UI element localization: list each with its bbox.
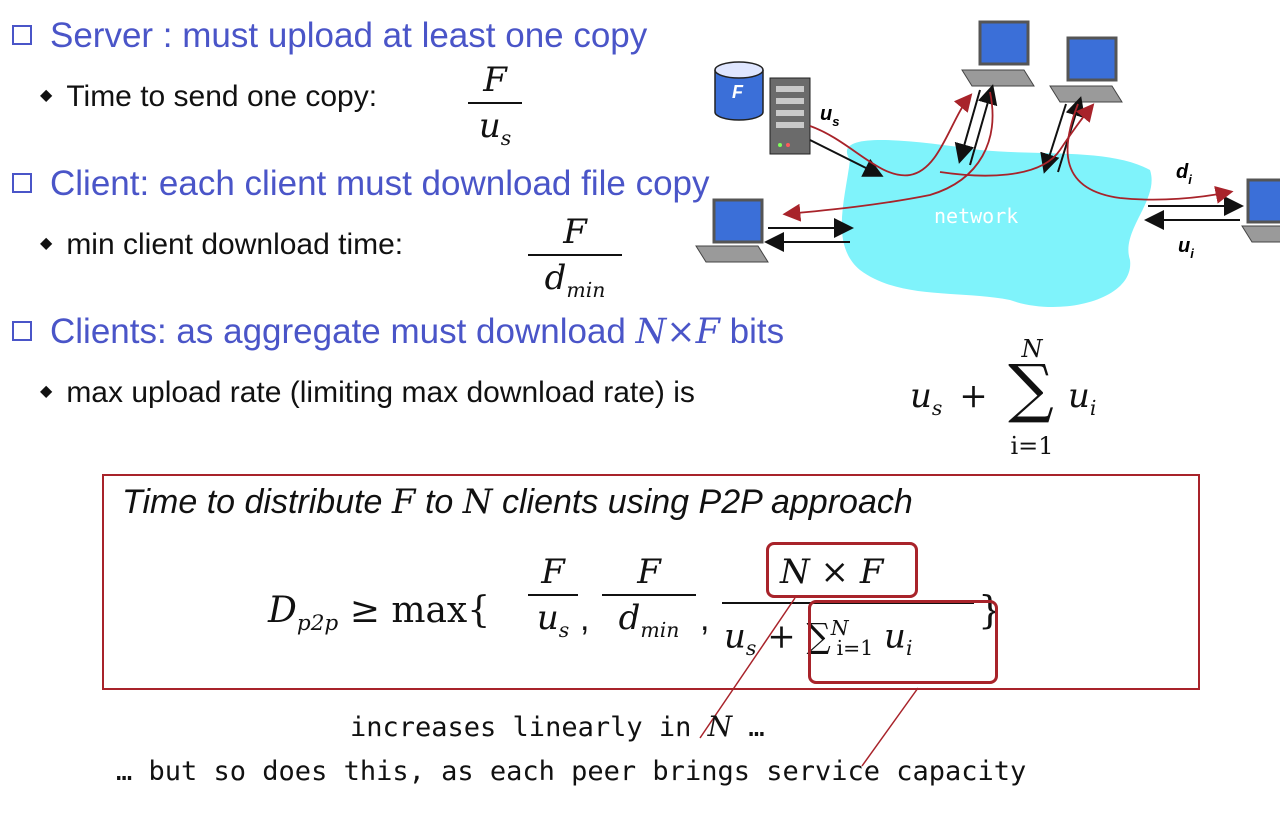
note-line-2: … but so does this, as each peer brings …: [116, 756, 1027, 787]
note-line-1: increases linearly in N …: [350, 710, 765, 743]
annotation-pointers: [699, 597, 919, 767]
